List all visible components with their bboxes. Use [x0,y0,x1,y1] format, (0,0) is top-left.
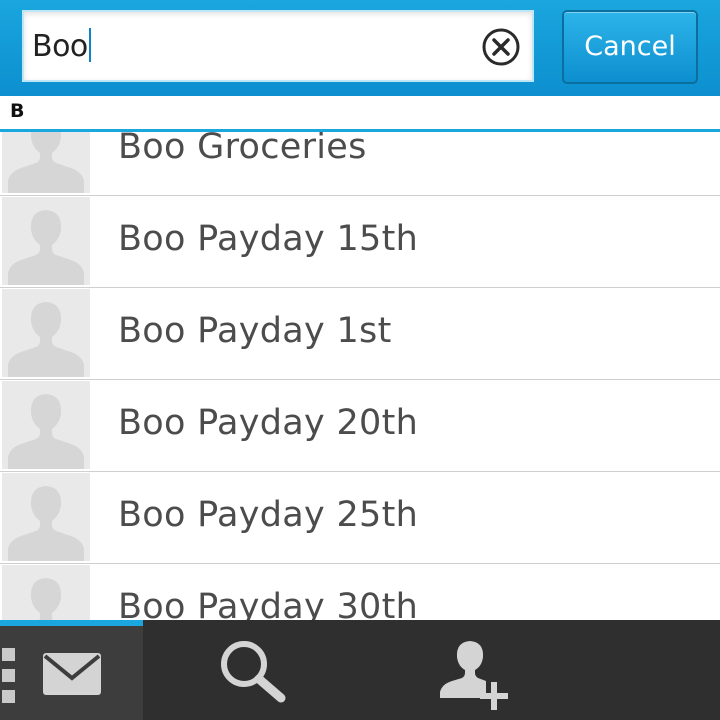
overflow-menu-icon[interactable] [2,648,16,704]
search-header: Boo Cancel [0,0,720,96]
contact-avatar-icon [2,197,90,285]
list-item[interactable]: Boo Payday 15th [0,196,720,288]
list-section-header: B [0,96,720,132]
contact-list[interactable]: Boo Groceries Boo Payday 15th Boo Payday… [0,104,720,620]
clear-search-icon[interactable] [480,26,522,68]
contact-avatar-icon [2,381,90,469]
search-query-text[interactable]: Boo [32,28,91,64]
list-item-label: Boo Payday 20th [118,403,419,443]
text-caret [88,28,91,62]
list-item[interactable]: Boo Payday 30th [0,564,720,620]
cancel-button[interactable]: Cancel [562,10,698,84]
action-bar [0,620,720,720]
search-action[interactable] [216,620,296,720]
contact-avatar-icon [2,289,90,377]
list-item-label: Boo Payday 15th [118,219,419,259]
contact-avatar-icon [2,565,90,620]
envelope-icon [42,652,102,700]
list-item[interactable]: Boo Payday 25th [0,472,720,564]
list-item[interactable]: Boo Payday 20th [0,380,720,472]
add-contact-icon [436,636,516,716]
list-item-label: Boo Payday 30th [118,587,419,620]
list-item[interactable]: Boo Payday 1st [0,288,720,380]
list-item-label: Boo Payday 1st [118,311,392,351]
list-item-label: Boo Payday 25th [118,495,419,535]
add-contact-action[interactable] [432,620,522,720]
section-letter: B [10,100,25,122]
tab-messages[interactable] [0,620,143,720]
list-item-label: Boo Groceries [118,127,367,167]
search-input[interactable]: Boo [22,10,534,82]
search-icon [218,638,288,708]
contact-avatar-icon [2,473,90,561]
